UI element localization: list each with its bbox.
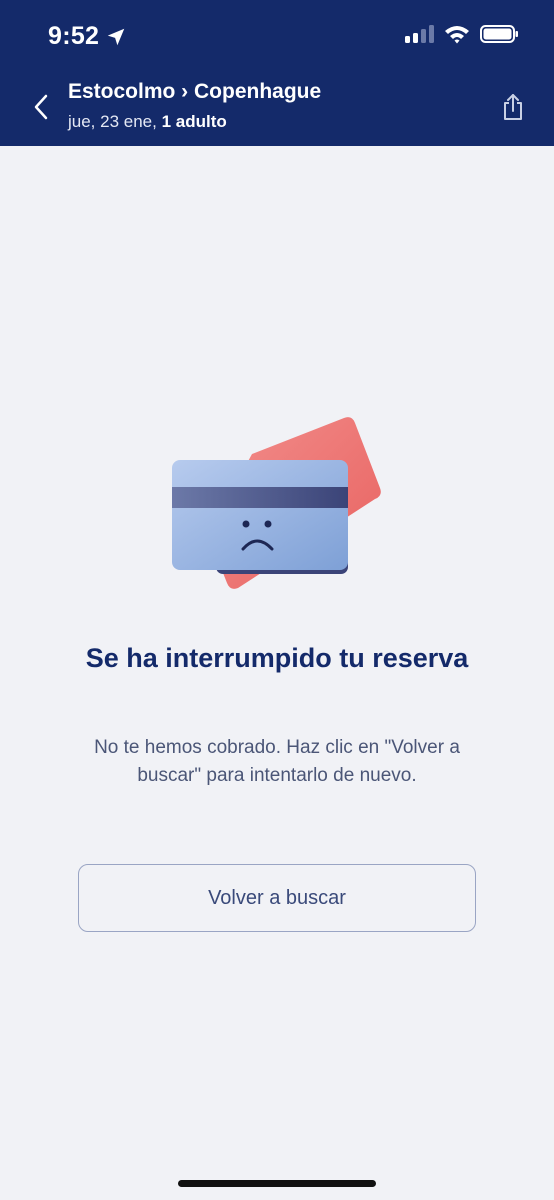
home-indicator[interactable] <box>178 1180 376 1187</box>
battery-icon <box>480 25 518 43</box>
location-arrow-icon <box>108 28 125 45</box>
share-button[interactable] <box>498 90 528 124</box>
error-title: Se ha interrumpido tu reserva <box>85 643 469 673</box>
share-icon <box>504 94 522 120</box>
wifi-icon <box>445 26 469 44</box>
trip-date: jue, 23 ene <box>68 112 153 131</box>
header: 9:52 Estocolmo › Copenhague jue, 23 ene,… <box>0 0 554 146</box>
trip-details: jue, 23 ene, 1 adulto <box>68 112 227 132</box>
error-message: No te hemos cobrado. Haz clic en "Volver… <box>94 737 460 786</box>
status-time: 9:52 <box>48 22 127 51</box>
cellular-signal-icon <box>405 25 434 43</box>
trip-details-separator: , <box>152 112 162 131</box>
status-time-text: 9:52 <box>48 22 100 50</box>
chevron-left-icon <box>34 94 48 120</box>
trip-passengers: 1 adulto <box>161 112 227 131</box>
search-again-button[interactable]: Volver a buscar <box>78 864 476 932</box>
back-button[interactable] <box>26 90 56 124</box>
status-icons <box>405 24 520 44</box>
sad-credit-card-illustration <box>172 417 381 589</box>
route-title: Estocolmo › Copenhague <box>68 80 322 103</box>
screen: 9:52 Estocolmo › Copenhague jue, 23 ene,… <box>0 0 554 1200</box>
